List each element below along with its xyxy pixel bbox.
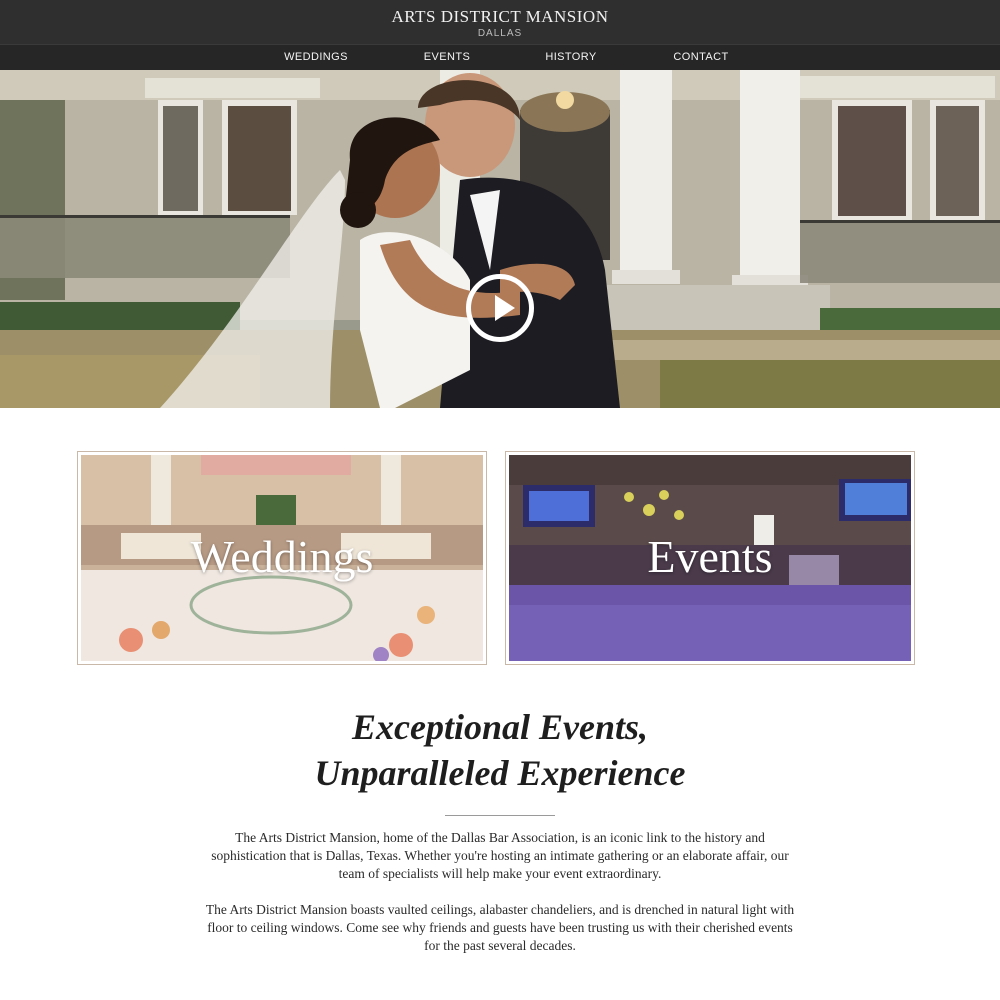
- brand-location: DALLAS: [477, 28, 523, 39]
- hero-image: [0, 70, 1000, 408]
- play-icon: [495, 295, 515, 321]
- site-logo[interactable]: ARTS DISTRICT MANSION DALLAS: [0, 0, 1000, 39]
- events-card-image: Events: [509, 455, 911, 661]
- events-card-label: Events: [647, 531, 773, 582]
- weddings-card-label: Weddings: [190, 531, 374, 582]
- site-header: ARTS DISTRICT MANSION DALLAS: [0, 0, 1000, 44]
- nav-contact[interactable]: CONTACT: [673, 45, 728, 71]
- intro-paragraph-1: The Arts District Mansion, home of the D…: [211, 830, 789, 881]
- section-divider: [445, 815, 555, 816]
- weddings-card[interactable]: Weddings: [77, 451, 487, 665]
- play-video-button[interactable]: [466, 274, 534, 342]
- weddings-card-image: Weddings: [81, 455, 483, 661]
- nav-history[interactable]: HISTORY: [545, 45, 596, 71]
- events-card[interactable]: Events: [505, 451, 915, 665]
- intro-paragraph-2: The Arts District Mansion boasts vaulted…: [205, 902, 795, 953]
- intro-headline-line2: Unparalleled Experience: [314, 753, 686, 793]
- main-nav: WEDDINGS EVENTS HISTORY CONTACT: [0, 44, 1000, 70]
- brand-name: ARTS DISTRICT MANSION: [391, 7, 609, 26]
- nav-weddings[interactable]: WEDDINGS: [284, 45, 348, 71]
- hero-video[interactable]: [0, 70, 1000, 408]
- intro-headline: Exceptional Events, Unparalleled Experie…: [0, 704, 1000, 796]
- nav-events[interactable]: EVENTS: [424, 45, 470, 71]
- intro-headline-line1: Exceptional Events,: [352, 707, 648, 747]
